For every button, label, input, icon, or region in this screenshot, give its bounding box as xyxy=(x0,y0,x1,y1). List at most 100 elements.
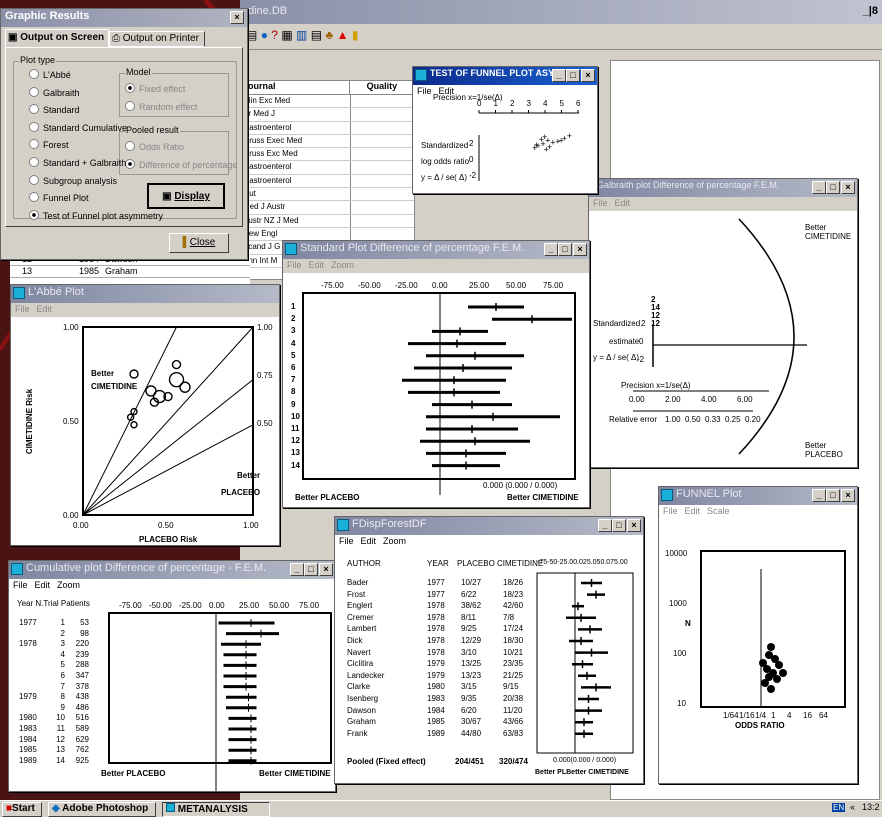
standard-pooled-value: 0.000 (0.000 / 0.000) xyxy=(483,481,558,490)
better-pla-label: Better PLACEBO xyxy=(805,441,843,459)
table-row[interactable]: Gastroenterol xyxy=(241,174,414,189)
main-title: dine.DB xyxy=(248,5,288,17)
y-tick-label: 0 xyxy=(639,337,644,346)
data-point xyxy=(179,381,191,393)
radio-plot-type[interactable]: L'Abbé xyxy=(29,69,71,80)
journal-cell: New Engl xyxy=(241,227,351,241)
radio-plot-type[interactable]: Subgroup analysis xyxy=(29,175,117,186)
help-icon[interactable]: ? xyxy=(271,28,278,42)
better-cim-label: Better CIMETIDINE xyxy=(805,223,852,241)
y-tick-label: 0.00 xyxy=(63,511,79,520)
radio-plot-type[interactable]: Galbraith xyxy=(29,87,80,98)
data-point: + xyxy=(544,144,549,154)
rel-error-label: 0.50 xyxy=(685,415,701,424)
y-tick-label: 2 xyxy=(641,319,646,328)
radio-random-effect[interactable]: Random effect xyxy=(125,101,197,112)
gb-rel-err: Relative error xyxy=(609,415,658,424)
standard-better-cim: Better CIMETIDINE xyxy=(507,493,579,502)
cum-better-cim: Better CIMETIDINE xyxy=(259,769,331,778)
labbe-better-cim: Better CIMETIDINE xyxy=(91,369,138,391)
gb-ylabel-3: y = Δ / se( Δ) xyxy=(593,353,640,362)
tab-output-printer[interactable]: ⎙ Output on Printer xyxy=(109,31,205,47)
table-row[interactable]: Gastroenterol xyxy=(241,161,414,175)
forest-pooled-label: Pooled (Fixed effect) xyxy=(347,757,426,766)
table-row[interactable]: 13 1985 Graham xyxy=(10,266,250,278)
radio-odds-ratio[interactable]: Odds Ratio xyxy=(125,141,184,152)
data-point: + xyxy=(532,143,537,153)
printer-icon: ⎙ xyxy=(112,33,123,44)
people-icon[interactable]: ♣ xyxy=(325,28,333,42)
radio-fixed-effect[interactable]: Fixed effect xyxy=(125,83,185,94)
chart-icon[interactable]: ▥ xyxy=(296,28,307,42)
display-button[interactable]: ▣ Display xyxy=(147,183,225,209)
line-lower2 xyxy=(82,424,254,516)
x-tick-label: 4.00 xyxy=(701,395,717,404)
clock: 13:2 xyxy=(862,802,880,812)
galbraith-window: Galbraith plot Difference of percentage … xyxy=(588,178,858,468)
journal-cell: Gastroenterol xyxy=(241,161,351,174)
table-row[interactable]: Clin Exc Med xyxy=(241,95,414,109)
y-tick-label: 0.50 xyxy=(63,417,79,426)
calc-icon[interactable]: ▦ xyxy=(281,28,292,42)
forest-plot xyxy=(536,572,634,754)
close-icon[interactable]: × xyxy=(230,11,244,24)
monitor-icon: ▣ xyxy=(8,32,21,43)
radio-plot-type[interactable]: Standard xyxy=(29,104,80,115)
start-button[interactable]: ■Start xyxy=(2,802,42,817)
radio-diff-percentage[interactable]: Difference of percentage xyxy=(125,159,237,170)
tab-output-screen[interactable]: ▣ Output on Screen xyxy=(5,29,109,47)
labbe-ylabel: CIMETIDINE Risk xyxy=(25,388,35,455)
graphic-results-dialog: Graphic Results × ▣ Output on Screen ⎙ O… xyxy=(0,8,248,260)
main-toolbar: ▤ ● ? ▦ ▥ ▤ ♣ ▲ ▮ xyxy=(240,24,882,50)
globe-icon[interactable]: ● xyxy=(261,28,268,42)
funnel-asymmetry-window: TEST OF FUNNEL PLOT ASYMMETRY _ □ × File… xyxy=(412,66,598,194)
gb-ylabel-2: estimate xyxy=(609,337,640,346)
gb-ylabel-1: Standardized xyxy=(593,319,641,328)
radio-plot-type[interactable]: Standard + Galbraith xyxy=(29,157,126,168)
taskbar-photoshop[interactable]: ◆ Adobe Photoshop xyxy=(48,802,156,817)
data-point xyxy=(775,661,783,669)
close-button[interactable]: ▌Close xyxy=(169,233,229,253)
display-icon: ▣ xyxy=(162,191,175,202)
data-point xyxy=(779,669,787,677)
table-row[interactable]: Gut xyxy=(241,188,414,202)
gb-precision: Precision x=1/se(Δ) xyxy=(621,381,691,390)
forest-pooled-pla: 204/451 xyxy=(455,757,484,766)
journal-cell: Med J Austr xyxy=(241,201,351,214)
table-row[interactable]: Med J Austr xyxy=(241,201,414,215)
x-tick-label: 2.00 xyxy=(665,395,681,404)
line-upper xyxy=(82,326,177,516)
col-journal-header[interactable]: Journal xyxy=(241,81,350,94)
rel-error-label: 0.33 xyxy=(705,415,721,424)
funnel-plot xyxy=(700,550,846,708)
data-point: + xyxy=(567,131,572,141)
radio-plot-type[interactable]: Test of Funnel plot asymmetry xyxy=(29,210,163,221)
radio-plot-type[interactable]: Standard Cumulative xyxy=(29,122,127,133)
forest-pooled-cim: 320/474 xyxy=(499,757,528,766)
forest-plot-window: FDispForestDF _ □ × File Edit Zoom AUTHOR Y… xyxy=(334,516,644,784)
language-indicator[interactable]: EN xyxy=(832,803,846,812)
table-row[interactable]: Br Med J xyxy=(241,108,414,122)
taskbar-metanalysis[interactable]: METANALYSIS xyxy=(162,802,270,817)
exit-icon[interactable]: ▮ xyxy=(352,28,359,42)
journal-cell: Gruss Exc Med xyxy=(241,148,351,161)
table-row[interactable]: Gruss Exc Med xyxy=(241,148,414,162)
right-tick-label: 1.00 xyxy=(257,323,273,332)
x-tick-label: 0.00 xyxy=(629,395,645,404)
journal-cell: Br Med J xyxy=(241,108,351,121)
radio-plot-type[interactable]: Forest xyxy=(29,139,69,150)
data-point: + xyxy=(559,136,564,146)
col-quality-header[interactable]: Quality xyxy=(350,81,414,94)
main-titlebar: dine.DB _|8 xyxy=(240,0,882,24)
tray-chevron-icon[interactable]: « xyxy=(850,802,855,812)
y-tick-label: 1.00 xyxy=(63,323,79,332)
table-row[interactable]: Gruss Exec Med xyxy=(241,134,414,149)
main-window-controls[interactable]: _|8 xyxy=(863,5,878,17)
table-row[interactable]: Austr NZ J Med xyxy=(241,214,414,228)
journal-cell: Gruss Exec Med xyxy=(241,134,351,148)
table-row[interactable]: Gastroenterol xyxy=(241,121,414,135)
grid-icon[interactable]: ▤ xyxy=(311,28,322,42)
radio-plot-type[interactable]: Funnel Plot xyxy=(29,192,89,203)
standard-better-pla: Better PLACEBO xyxy=(295,493,360,502)
warning-icon[interactable]: ▲ xyxy=(337,28,349,42)
